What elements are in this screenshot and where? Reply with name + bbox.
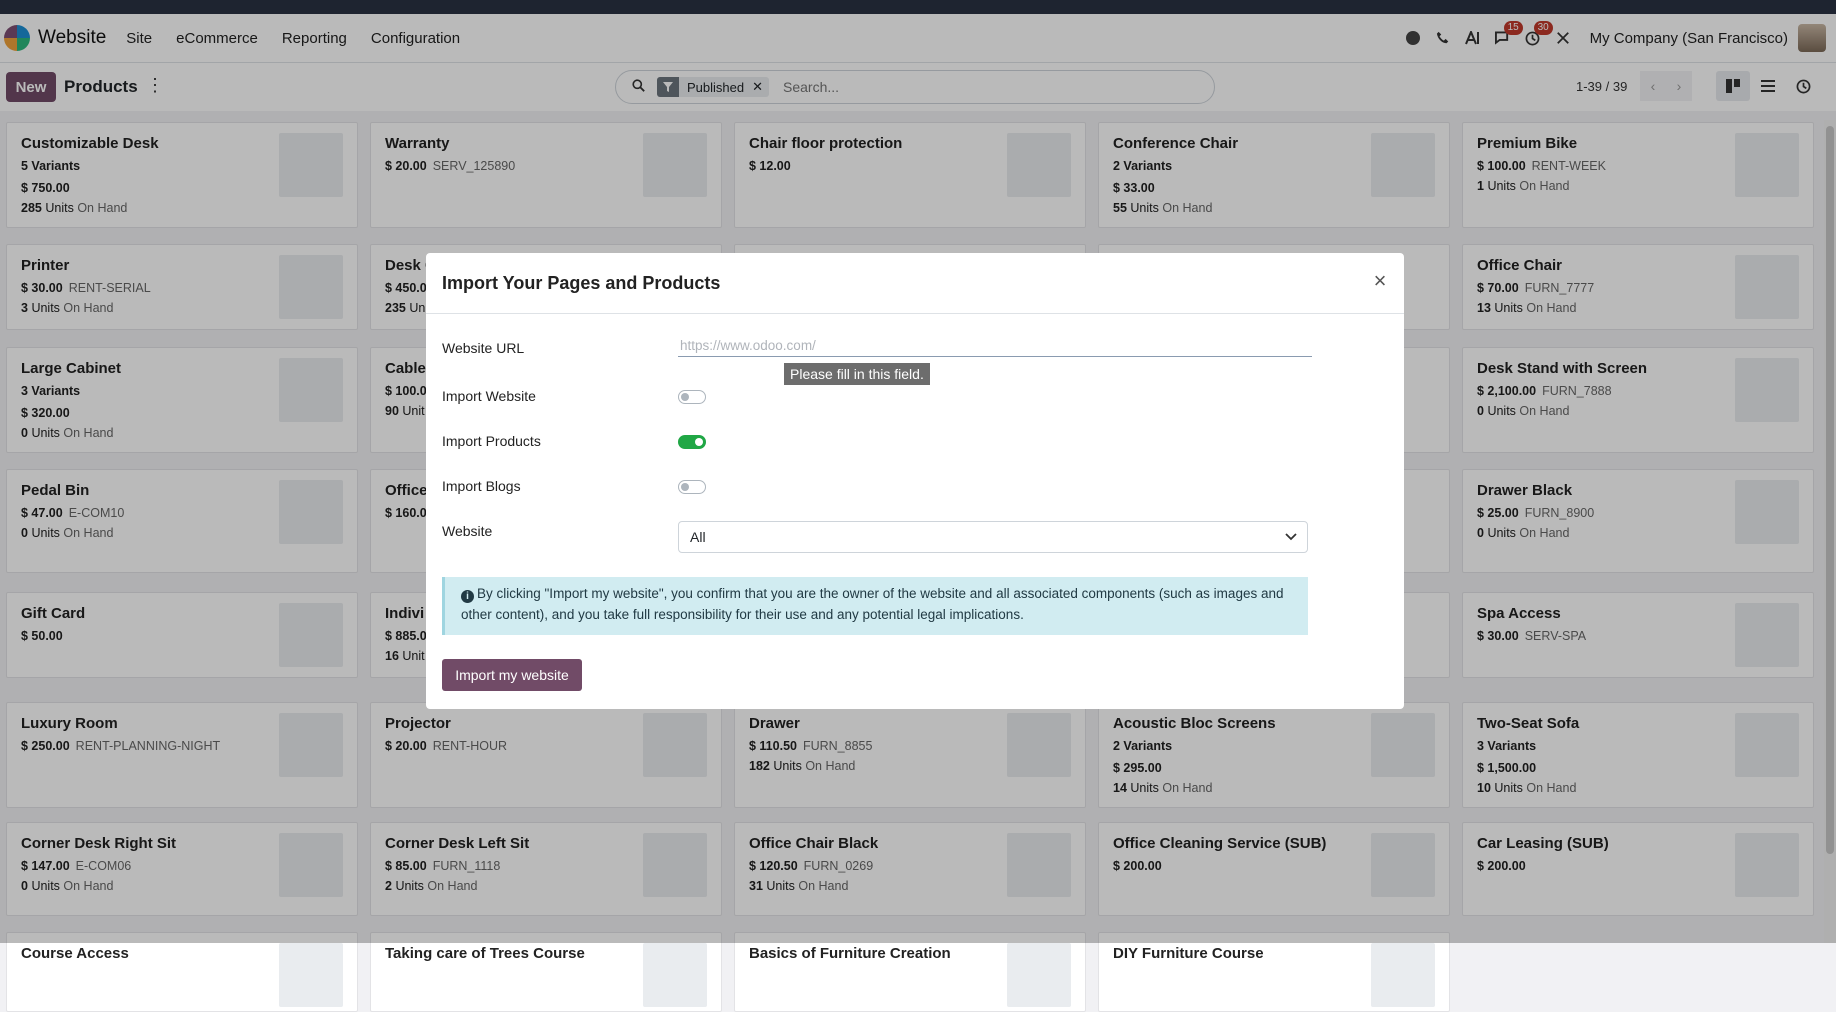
product-image [1007,943,1071,1007]
website-select-label: Website [442,523,493,539]
import-products-label: Import Products [442,433,541,449]
website-url-input[interactable] [678,334,1312,357]
product-card[interactable]: Basics of Furniture Creation [734,932,1086,1012]
import-website-label: Import Website [442,388,536,404]
validation-tooltip: Please fill in this field. [784,363,930,385]
import-blogs-toggle[interactable] [678,480,706,494]
chevron-down-icon [1285,529,1297,545]
import-my-website-button[interactable]: Import my website [442,659,582,691]
product-card[interactable]: Taking care of Trees Course [370,932,722,1012]
website-url-label: Website URL [442,340,525,356]
product-name: Taking care of Trees Course [385,945,585,962]
info-icon: i [461,590,474,603]
product-card[interactable]: DIY Furniture Course [1098,932,1450,1012]
product-name: Course Access [21,945,129,962]
notice-text: By clicking "Import my website", you con… [461,586,1284,622]
product-name: DIY Furniture Course [1113,945,1264,962]
product-image [279,943,343,1007]
ownership-notice: i By clicking "Import my website", you co… [442,577,1308,635]
product-card[interactable]: Course Access [6,932,358,1012]
import-products-toggle[interactable] [678,435,706,449]
import-website-toggle[interactable] [678,390,706,404]
import-blogs-label: Import Blogs [442,478,521,494]
dialog-header: Import Your Pages and Products × [426,253,1404,314]
product-image [1371,943,1435,1007]
import-dialog: Import Your Pages and Products × Website… [426,253,1404,709]
website-select-value: All [690,529,706,545]
dialog-title: Import Your Pages and Products [442,273,721,293]
website-select[interactable]: All [678,521,1308,553]
product-image [643,943,707,1007]
product-name: Basics of Furniture Creation [749,945,951,962]
close-icon[interactable]: × [1368,268,1392,293]
